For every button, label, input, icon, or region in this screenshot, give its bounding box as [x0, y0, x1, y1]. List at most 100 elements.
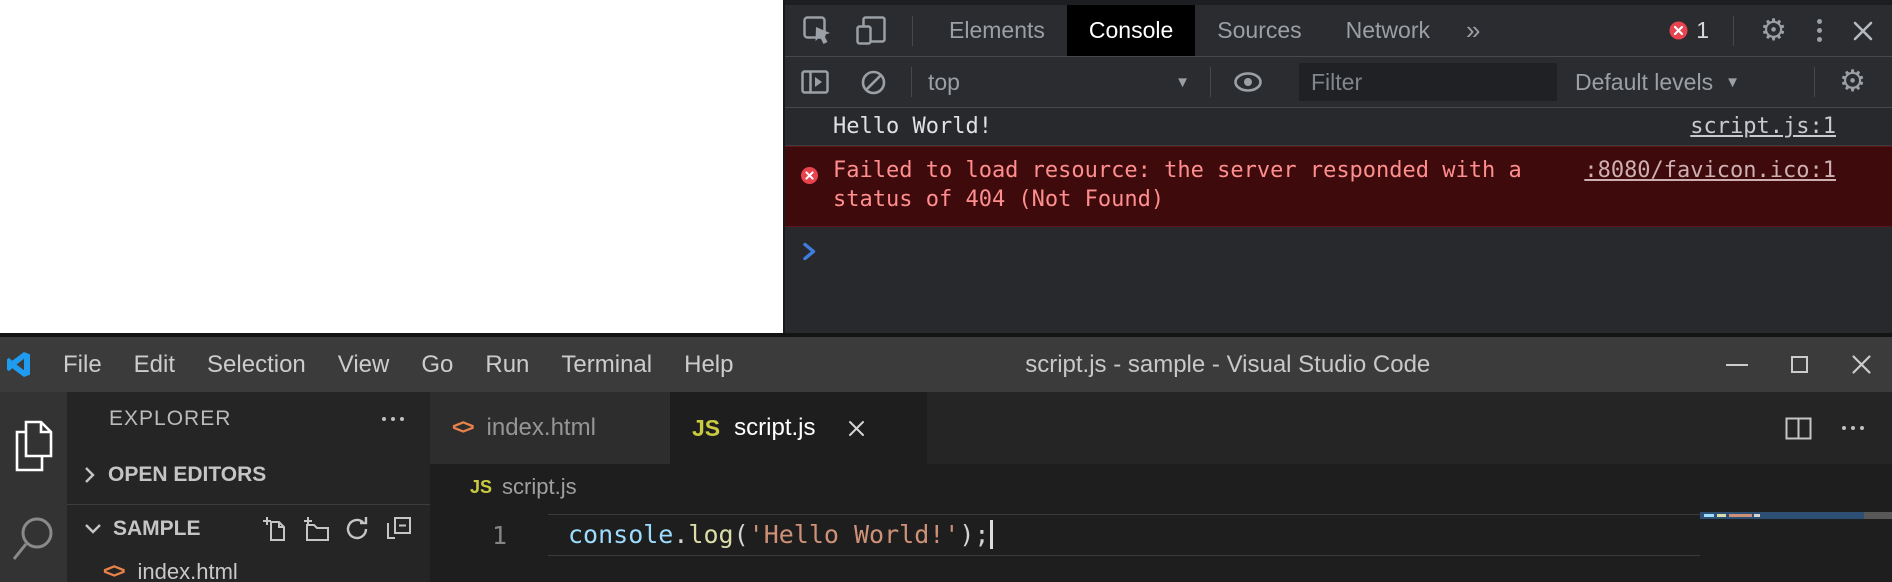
error-message: Failed to load resource: the server resp…: [833, 156, 1545, 214]
code-token: log: [688, 520, 733, 549]
error-count: 1: [1696, 17, 1709, 44]
inspect-element-icon[interactable]: [802, 15, 833, 46]
menu-go[interactable]: Go: [405, 337, 469, 392]
editor-group: <> index.html JS script.js: [430, 392, 1892, 582]
divider: [1210, 67, 1211, 97]
explorer-title: EXPLORER: [109, 407, 231, 431]
kebab-menu-icon[interactable]: [1817, 19, 1822, 42]
log-message: Hello World!: [833, 114, 992, 139]
console-toolbar: top ▼ Default levels ▼ ⚙: [785, 57, 1892, 108]
code-token: 'Hello World!': [749, 520, 960, 549]
console-sidebar-toggle-icon[interactable]: [800, 68, 830, 96]
html-file-icon: <>: [452, 416, 473, 440]
collapse-folders-icon[interactable]: [386, 516, 412, 542]
maximize-button[interactable]: [1768, 337, 1830, 392]
prompt-chevron-icon: [802, 242, 817, 261]
divider: [912, 16, 913, 46]
menu-selection[interactable]: Selection: [191, 337, 322, 392]
eye-icon[interactable]: [1233, 72, 1263, 92]
minimap-slider[interactable]: [1864, 512, 1892, 519]
code-line-1: console.log('Hello World!');: [568, 520, 993, 549]
error-circle-icon: [1669, 21, 1688, 40]
window-title: script.js - sample - Visual Studio Code: [749, 351, 1706, 379]
divider: [1814, 67, 1815, 97]
tab-label: index.html: [487, 414, 596, 442]
devtools-panel: Elements Console Sources Network » 1 ⚙: [783, 0, 1892, 333]
console-log-row: Hello World! script.js:1: [785, 108, 1892, 146]
minimize-icon: [1726, 364, 1748, 366]
dropdown-arrow-icon: ▼: [1175, 74, 1190, 91]
source-link-script-js[interactable]: script.js:1: [1690, 114, 1836, 139]
minimap[interactable]: [1700, 512, 1864, 519]
clear-console-icon[interactable]: [860, 69, 887, 96]
tab-elements[interactable]: Elements: [927, 5, 1067, 56]
dropdown-arrow-icon: ▼: [1725, 74, 1740, 91]
section-open-editors[interactable]: OPEN EDITORS: [67, 446, 430, 504]
code-editor[interactable]: 1 console.log('Hello World!');: [430, 510, 1892, 582]
log-levels-value: Default levels: [1575, 69, 1713, 96]
more-actions-icon[interactable]: [1842, 426, 1864, 430]
tab-network[interactable]: Network: [1324, 5, 1452, 56]
file-item-index-html[interactable]: <> index.html: [67, 552, 430, 582]
device-toolbar-icon[interactable]: [855, 15, 888, 46]
minimap-code-marks: [1704, 514, 1760, 517]
js-file-icon: JS: [470, 477, 492, 498]
menu-view[interactable]: View: [322, 337, 406, 392]
code-token: .: [673, 520, 688, 549]
file-name: index.html: [138, 559, 238, 582]
filter-input[interactable]: [1299, 63, 1557, 101]
console-prompt[interactable]: [785, 227, 1892, 267]
editor-tab-script-js[interactable]: JS script.js: [670, 392, 927, 464]
close-window-button[interactable]: [1830, 337, 1892, 392]
new-file-icon[interactable]: [263, 516, 287, 542]
settings-gear-icon[interactable]: ⚙: [1760, 16, 1787, 46]
new-folder-icon[interactable]: [303, 516, 329, 542]
log-levels-select[interactable]: Default levels ▼: [1575, 69, 1740, 96]
explorer-icon[interactable]: [13, 420, 55, 477]
explorer-sidebar: EXPLORER OPEN EDITORS SAMPLE: [67, 392, 430, 582]
sidebar-header: EXPLORER: [67, 392, 430, 446]
more-tabs-chevron-icon[interactable]: »: [1466, 15, 1480, 46]
activity-bar: [0, 392, 67, 582]
divider: [1733, 16, 1734, 46]
menu-edit[interactable]: Edit: [118, 337, 191, 392]
menu-file[interactable]: File: [47, 337, 118, 392]
vscode-window: File Edit Selection View Go Run Terminal…: [0, 333, 1892, 582]
line-number: 1: [492, 521, 507, 550]
code-token: console: [568, 520, 673, 549]
source-link-favicon[interactable]: :8080/favicon.ico:1: [1584, 156, 1836, 185]
error-circle-icon: [801, 163, 818, 214]
split-editor-icon[interactable]: [1785, 417, 1812, 440]
views-and-more-actions-icon[interactable]: [382, 417, 404, 421]
console-messages: Hello World! script.js:1 Failed to load …: [785, 108, 1892, 267]
javascript-context-select[interactable]: top ▼: [928, 69, 1190, 96]
text-cursor: [990, 520, 993, 549]
html-file-icon: <>: [103, 560, 124, 582]
tab-sources[interactable]: Sources: [1195, 5, 1323, 56]
close-icon: [1851, 354, 1872, 375]
menu-terminal[interactable]: Terminal: [545, 337, 668, 392]
tab-console[interactable]: Console: [1067, 5, 1195, 56]
close-tab-icon[interactable]: [847, 419, 866, 438]
editor-tab-bar: <> index.html JS script.js: [430, 392, 1892, 464]
error-count-badge[interactable]: 1: [1669, 17, 1709, 44]
open-editors-label: OPEN EDITORS: [108, 463, 266, 487]
devtools-tab-bar: Elements Console Sources Network » 1 ⚙: [785, 0, 1892, 57]
chevron-down-icon: [83, 522, 103, 535]
context-value: top: [928, 69, 960, 96]
close-devtools-icon[interactable]: [1852, 20, 1874, 42]
folder-name-label: SAMPLE: [113, 517, 201, 541]
menu-run[interactable]: Run: [469, 337, 545, 392]
menu-help[interactable]: Help: [668, 337, 749, 392]
breadcrumb[interactable]: JS script.js: [430, 464, 1892, 510]
search-icon[interactable]: [13, 515, 55, 578]
chevron-right-icon: [83, 465, 96, 485]
minimize-button[interactable]: [1706, 337, 1768, 392]
refresh-icon[interactable]: [345, 516, 370, 541]
screenshot-root: Elements Console Sources Network » 1 ⚙: [0, 0, 1892, 582]
vscode-title-bar: File Edit Selection View Go Run Terminal…: [0, 337, 1892, 392]
tab-label: script.js: [734, 414, 815, 442]
section-sample-folder[interactable]: SAMPLE: [67, 504, 430, 552]
console-settings-gear-icon[interactable]: ⚙: [1839, 67, 1866, 97]
editor-tab-index-html[interactable]: <> index.html: [430, 392, 670, 464]
